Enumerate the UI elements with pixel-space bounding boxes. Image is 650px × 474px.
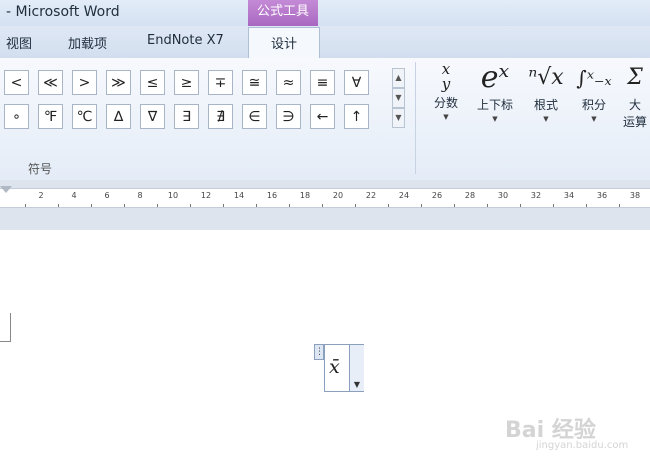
ruler-number: 6 bbox=[104, 191, 110, 200]
equation-move-handle[interactable]: ⋮ bbox=[314, 344, 324, 360]
ruler-tick bbox=[421, 204, 422, 207]
ruler-tick bbox=[619, 204, 620, 207]
symbol-button[interactable]: ℃ bbox=[72, 104, 97, 129]
ruler-tick bbox=[58, 204, 59, 207]
tab-endnote[interactable]: EndNote X7 bbox=[147, 33, 224, 48]
symbol-button[interactable]: ≅ bbox=[242, 70, 267, 95]
fraction-label: 分数 bbox=[433, 96, 458, 110]
equation-tools-context-header: 公式工具 bbox=[248, 0, 318, 26]
symbol-button[interactable]: ↑ bbox=[344, 104, 369, 129]
gallery-more-button[interactable]: ▼ bbox=[392, 108, 405, 128]
ruler-tick bbox=[322, 204, 323, 207]
radical-button[interactable]: ⁿ√x 根式 ▼ bbox=[526, 62, 566, 152]
symbol-button[interactable]: ≪ bbox=[38, 70, 63, 95]
large-operator-button[interactable]: Σ 大 运算 bbox=[620, 62, 650, 152]
ruler-number: 16 bbox=[266, 191, 278, 200]
large-operator-label-line1: 大 bbox=[628, 98, 641, 112]
ruler-tick bbox=[124, 204, 125, 207]
ruler-tick bbox=[223, 204, 224, 207]
ruler-number: 12 bbox=[200, 191, 212, 200]
ruler-tick bbox=[355, 204, 356, 207]
script-button[interactable]: eˣ 上下标 ▼ bbox=[472, 62, 518, 152]
fraction-button[interactable]: xy 分数 ▼ bbox=[430, 62, 462, 152]
ruler-tick bbox=[289, 204, 290, 207]
integral-button[interactable]: ∫ˣ₋ₓ 积分 ▼ bbox=[575, 62, 613, 152]
symbol-button[interactable]: ∆ bbox=[106, 104, 131, 129]
window-title: - Microsoft Word bbox=[6, 4, 120, 20]
ruler-number: 18 bbox=[299, 191, 311, 200]
ruler-number: 36 bbox=[596, 191, 608, 200]
ruler-number: 14 bbox=[233, 191, 245, 200]
symbol-button[interactable]: ≥ bbox=[174, 70, 199, 95]
ruler-number: 24 bbox=[398, 191, 410, 200]
ruler-tick bbox=[520, 204, 521, 207]
ruler-tick bbox=[157, 204, 158, 207]
radical-label: 根式 bbox=[533, 98, 558, 112]
script-icon: eˣ bbox=[480, 60, 510, 95]
ruler-tick bbox=[553, 204, 554, 207]
ruler-number: 8 bbox=[137, 191, 143, 200]
gallery-scroll-up-button[interactable]: ▲ bbox=[392, 68, 405, 88]
tab-design[interactable]: 设计 bbox=[248, 27, 320, 60]
summation-icon: Σ bbox=[627, 65, 643, 90]
chevron-down-icon: ▼ bbox=[543, 115, 549, 123]
gallery-scroll-down-button[interactable]: ▼ bbox=[392, 88, 405, 108]
tab-addins[interactable]: 加载项 bbox=[68, 33, 107, 52]
symbol-button[interactable]: ≡ bbox=[310, 70, 335, 95]
symbol-button[interactable]: ∀ bbox=[344, 70, 369, 95]
ruler-number: 2 bbox=[38, 191, 44, 200]
ruler-tick bbox=[487, 204, 488, 207]
ruler-tick bbox=[25, 204, 26, 207]
indent-marker-icon[interactable] bbox=[0, 186, 12, 193]
equation-options-button[interactable]: ▼ bbox=[349, 345, 364, 391]
ruler-number: 22 bbox=[365, 191, 377, 200]
title-bar: - Microsoft Word bbox=[0, 0, 650, 26]
symbol-button[interactable]: ∓ bbox=[208, 70, 233, 95]
symbol-button[interactable]: ∃ bbox=[174, 104, 199, 129]
chevron-down-icon: ▼ bbox=[591, 115, 597, 123]
symbol-button[interactable]: ∄ bbox=[208, 104, 233, 129]
ruler-number: 34 bbox=[563, 191, 575, 200]
ruler-number: 10 bbox=[167, 191, 179, 200]
equation-x-bar[interactable]: x̄ bbox=[329, 356, 340, 378]
symbols-group-label: 符号 bbox=[28, 162, 53, 176]
symbol-button[interactable]: ≈ bbox=[276, 70, 301, 95]
text-boundary-marker bbox=[0, 313, 11, 342]
symbol-button[interactable]: ∋ bbox=[276, 104, 301, 129]
ruler-number: 38 bbox=[629, 191, 641, 200]
symbol-button[interactable]: > bbox=[72, 70, 97, 95]
integral-label: 积分 bbox=[581, 98, 606, 112]
script-label: 上下标 bbox=[476, 98, 513, 112]
ruler-number: 20 bbox=[332, 191, 344, 200]
symbol-button[interactable]: ∈ bbox=[242, 104, 267, 129]
ruler-tick bbox=[454, 204, 455, 207]
ruler-number: 30 bbox=[497, 191, 509, 200]
ruler-tick bbox=[388, 204, 389, 207]
watermark-url: jingyan.baidu.com bbox=[536, 440, 629, 451]
radical-icon: ⁿ√x bbox=[528, 65, 564, 90]
ruler-number: 26 bbox=[431, 191, 443, 200]
symbol-button[interactable]: ℉ bbox=[38, 104, 63, 129]
group-separator bbox=[415, 62, 416, 174]
chevron-down-icon: ▼ bbox=[492, 115, 498, 123]
symbol-button[interactable]: ≤ bbox=[140, 70, 165, 95]
integral-icon: ∫ˣ₋ₓ bbox=[576, 66, 612, 90]
symbol-button[interactable]: ∇ bbox=[140, 104, 165, 129]
symbol-button[interactable]: ≫ bbox=[106, 70, 131, 95]
symbol-button[interactable]: ← bbox=[310, 104, 335, 129]
fraction-icon: xy bbox=[441, 60, 451, 93]
ruler-number: 32 bbox=[530, 191, 542, 200]
ruler-number: 4 bbox=[71, 191, 77, 200]
symbol-button[interactable]: < bbox=[4, 70, 29, 95]
tab-view[interactable]: 视图 bbox=[6, 33, 32, 52]
chevron-down-icon: ▼ bbox=[443, 113, 449, 121]
symbol-button[interactable]: ∘ bbox=[4, 104, 29, 129]
ruler-tick bbox=[256, 204, 257, 207]
large-operator-label-line2: 运算 bbox=[622, 115, 647, 129]
ruler-number: 28 bbox=[464, 191, 476, 200]
ruler-tick bbox=[91, 204, 92, 207]
ruler-tick bbox=[190, 204, 191, 207]
ruler-tick bbox=[586, 204, 587, 207]
